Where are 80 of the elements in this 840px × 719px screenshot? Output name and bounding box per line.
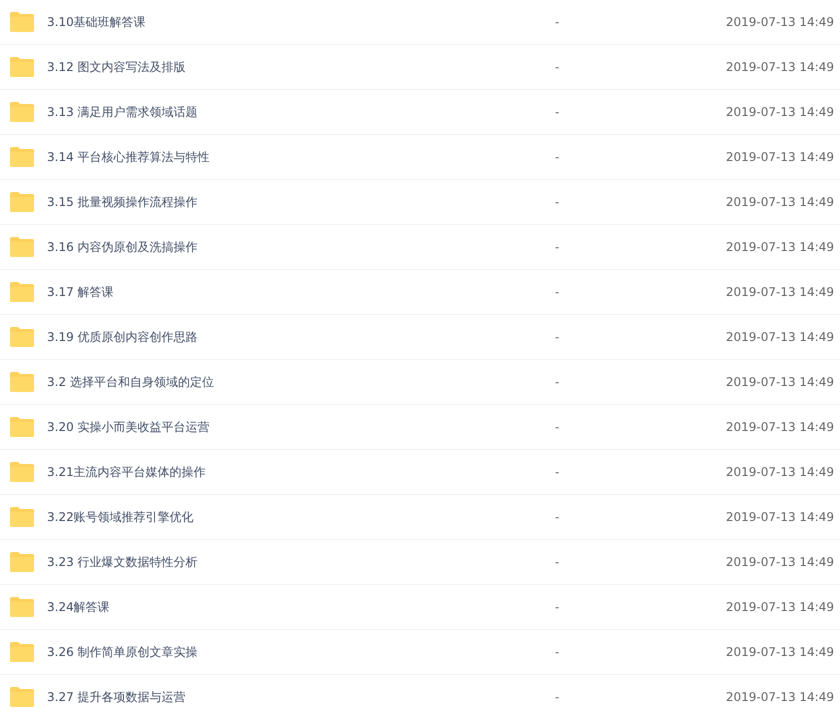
file-name[interactable]: 3.13 满足用户需求领域话题 (47, 104, 527, 120)
file-row[interactable]: 3.10基础班解答课 - 2019-07-13 14:49 (0, 0, 840, 45)
file-size: - (555, 15, 560, 29)
file-size: - (555, 600, 560, 614)
file-size: - (555, 240, 560, 254)
file-name[interactable]: 3.23 行业爆文数据特性分析 (47, 554, 527, 570)
folder-icon (9, 11, 35, 33)
file-name[interactable]: 3.24解答课 (47, 598, 527, 616)
modified-date: 2019-07-13 14:49 (726, 510, 834, 524)
file-size: - (555, 510, 560, 524)
file-name[interactable]: 3.10基础班解答课 (47, 14, 527, 30)
file-row[interactable]: 3.13 满足用户需求领域话题 - 2019-07-13 14:49 (0, 90, 840, 135)
file-size: - (555, 60, 560, 74)
folder-icon (9, 101, 35, 123)
folder-icon (9, 236, 35, 258)
modified-date: 2019-07-13 14:49 (726, 60, 834, 74)
file-name[interactable]: 3.20 实操小而美收益平台运营 (47, 418, 527, 436)
file-row[interactable]: 3.26 制作简单原创文章实操 - 2019-07-13 14:49 (0, 630, 840, 675)
modified-date: 2019-07-13 14:49 (726, 15, 834, 29)
folder-icon (9, 191, 35, 213)
file-row[interactable]: 3.27 提升各项数据与运营 - 2019-07-13 14:49 (0, 675, 840, 719)
modified-date: 2019-07-13 14:49 (726, 330, 834, 344)
file-size: - (555, 690, 560, 704)
file-row[interactable]: 3.15 批量视频操作流程操作 - 2019-07-13 14:49 (0, 180, 840, 225)
folder-icon (9, 596, 35, 618)
folder-icon (9, 146, 35, 168)
file-row[interactable]: 3.17 解答课 - 2019-07-13 14:49 (0, 270, 840, 315)
file-name[interactable]: 3.12 图文内容写法及排版 (47, 58, 527, 76)
file-row[interactable]: 3.12 图文内容写法及排版 - 2019-07-13 14:49 (0, 45, 840, 90)
file-size: - (555, 195, 560, 209)
modified-date: 2019-07-13 14:49 (726, 240, 834, 254)
file-name[interactable]: 3.17 解答课 (47, 284, 527, 300)
file-size: - (555, 285, 560, 299)
folder-icon (9, 281, 35, 303)
modified-date: 2019-07-13 14:49 (726, 465, 834, 479)
file-row[interactable]: 3.24解答课 - 2019-07-13 14:49 (0, 585, 840, 630)
file-name[interactable]: 3.15 批量视频操作流程操作 (47, 194, 527, 210)
modified-date: 2019-07-13 14:49 (726, 600, 834, 614)
modified-date: 2019-07-13 14:49 (726, 285, 834, 299)
folder-icon (9, 686, 35, 708)
file-row[interactable]: 3.14 平台核心推荐算法与特性 - 2019-07-13 14:49 (0, 135, 840, 180)
file-row[interactable]: 3.21主流内容平台媒体的操作 - 2019-07-13 14:49 (0, 450, 840, 495)
folder-icon (9, 506, 35, 528)
file-name[interactable]: 3.26 制作简单原创文章实操 (47, 644, 527, 660)
file-size: - (555, 150, 560, 164)
file-name[interactable]: 3.19 优质原创内容创作思路 (47, 328, 527, 346)
file-name[interactable]: 3.22账号领域推荐引擎优化 (47, 508, 527, 526)
file-size: - (555, 420, 560, 434)
file-size: - (555, 105, 560, 119)
file-size: - (555, 465, 560, 479)
modified-date: 2019-07-13 14:49 (726, 150, 834, 164)
file-name[interactable]: 3.14 平台核心推荐算法与特性 (47, 148, 527, 166)
modified-date: 2019-07-13 14:49 (726, 195, 834, 209)
folder-icon (9, 416, 35, 438)
file-size: - (555, 645, 560, 659)
folder-icon (9, 461, 35, 483)
modified-date: 2019-07-13 14:49 (726, 375, 834, 389)
modified-date: 2019-07-13 14:49 (726, 105, 834, 119)
file-row[interactable]: 3.20 实操小而美收益平台运营 - 2019-07-13 14:49 (0, 405, 840, 450)
folder-icon (9, 371, 35, 393)
file-row[interactable]: 3.23 行业爆文数据特性分析 - 2019-07-13 14:49 (0, 540, 840, 585)
file-name[interactable]: 3.16 内容伪原创及洗搞操作 (47, 238, 527, 256)
folder-icon (9, 641, 35, 663)
file-name[interactable]: 3.27 提升各项数据与运营 (47, 688, 527, 706)
modified-date: 2019-07-13 14:49 (726, 555, 834, 569)
file-row[interactable]: 3.2 选择平台和自身领域的定位 - 2019-07-13 14:49 (0, 360, 840, 405)
modified-date: 2019-07-13 14:49 (726, 420, 834, 434)
file-row[interactable]: 3.22账号领域推荐引擎优化 - 2019-07-13 14:49 (0, 495, 840, 540)
folder-icon (9, 326, 35, 348)
file-row[interactable]: 3.16 内容伪原创及洗搞操作 - 2019-07-13 14:49 (0, 225, 840, 270)
file-size: - (555, 330, 560, 344)
modified-date: 2019-07-13 14:49 (726, 690, 834, 704)
folder-icon (9, 56, 35, 78)
modified-date: 2019-07-13 14:49 (726, 645, 834, 659)
file-name[interactable]: 3.21主流内容平台媒体的操作 (47, 464, 527, 480)
file-size: - (555, 555, 560, 569)
folder-icon (9, 551, 35, 573)
file-size: - (555, 375, 560, 389)
file-name[interactable]: 3.2 选择平台和自身领域的定位 (47, 374, 527, 390)
file-row[interactable]: 3.19 优质原创内容创作思路 - 2019-07-13 14:49 (0, 315, 840, 360)
